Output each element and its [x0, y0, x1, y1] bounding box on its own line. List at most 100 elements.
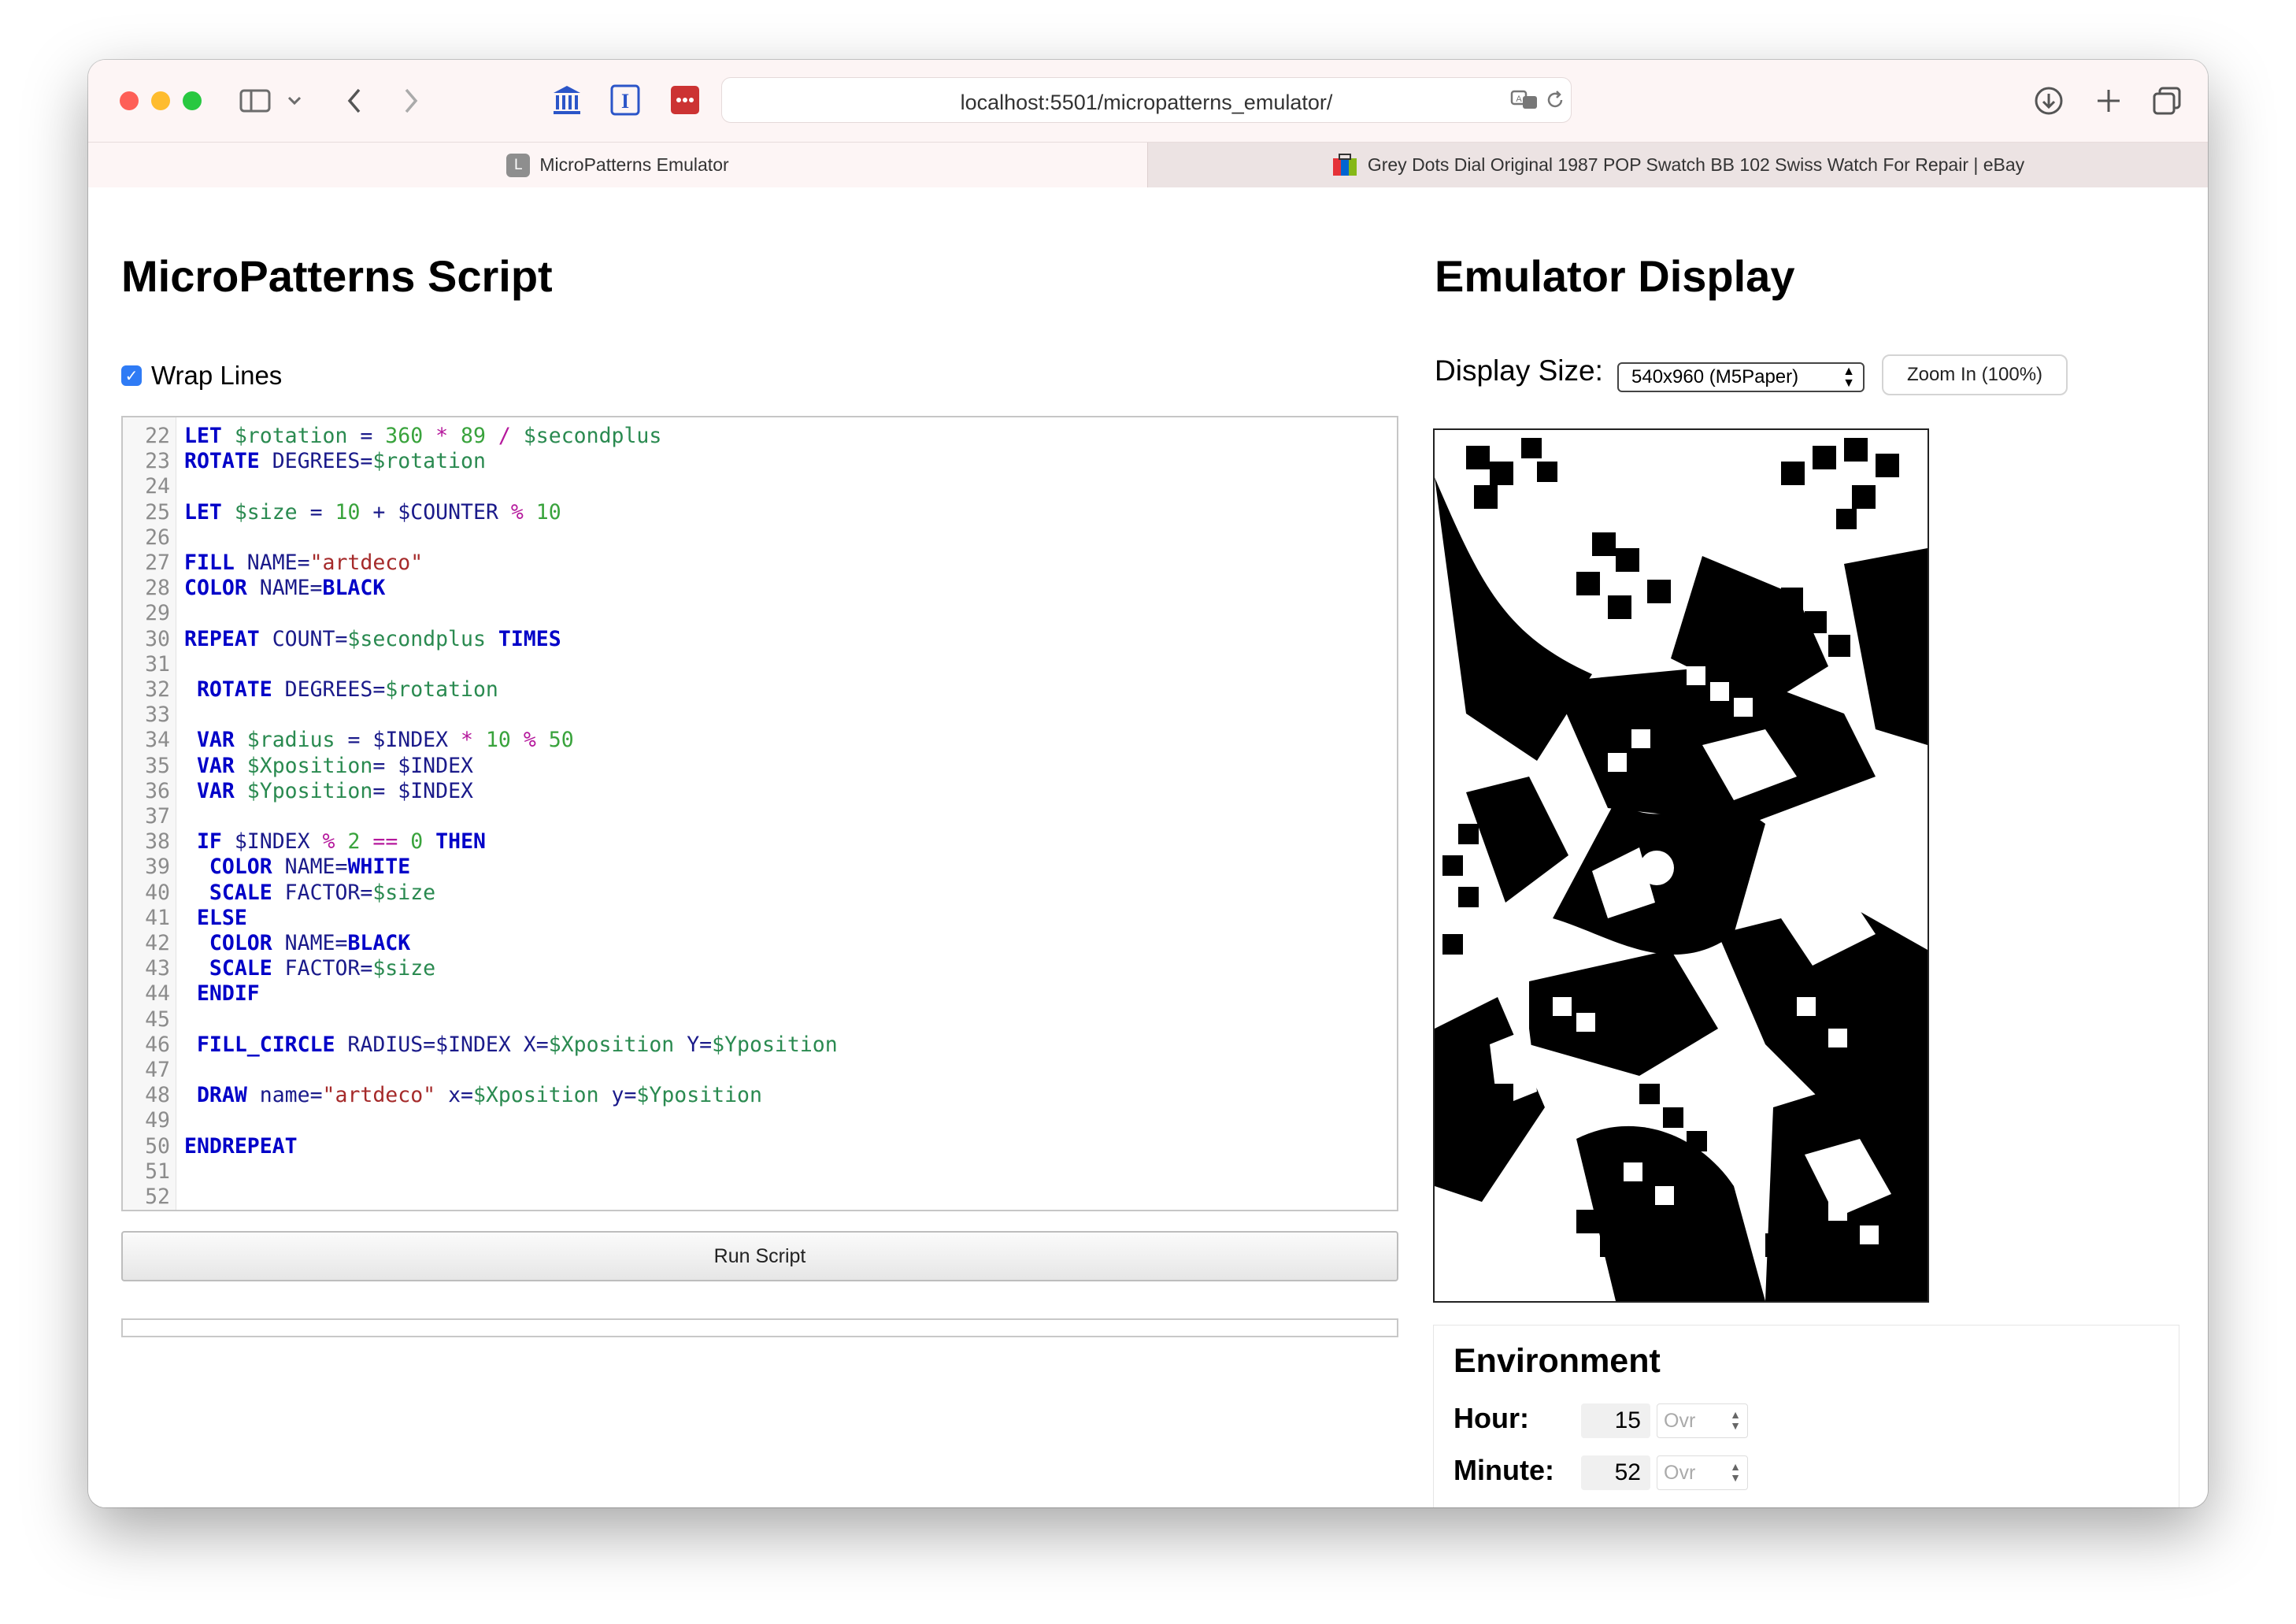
- emulator-display-canvas[interactable]: [1433, 428, 1929, 1303]
- instapaper-bookmark-icon[interactable]: I: [609, 83, 641, 117]
- code-line: 50 ENDREPEAT: [123, 1134, 1383, 1159]
- code-line: 38 IF $INDEX % 2 == 0 THEN: [123, 829, 1383, 855]
- line-number: 49: [145, 1108, 170, 1133]
- code-text: ROTATE DEGREES=$rotation: [184, 449, 486, 474]
- code-line: 23 ROTATE DEGREES=$rotation: [123, 449, 1383, 474]
- display-size-label: Display Size:: [1435, 354, 1603, 387]
- line-number: 22: [145, 424, 170, 448]
- close-window-button[interactable]: [120, 91, 139, 110]
- code-line: 22 LET $rotation = 360 * 89 / $secondplus: [123, 424, 1383, 449]
- code-line: 35 VAR $Xposition= $INDEX: [123, 754, 1383, 779]
- wrap-lines-checkbox[interactable]: ✓ Wrap Lines: [121, 361, 282, 391]
- line-number: 48: [145, 1083, 170, 1108]
- code-text: VAR $radius = $INDEX * 10 % 50: [196, 728, 574, 753]
- code-line: 48 DRAW name="artdeco" x=$Xposition y=$Y…: [123, 1083, 1383, 1108]
- code-line: 51: [123, 1159, 1383, 1185]
- code-line: 24: [123, 474, 1383, 499]
- code-text: COLOR NAME=BLACK: [184, 576, 386, 601]
- line-number: 39: [145, 855, 170, 880]
- museum-bookmark-icon[interactable]: [551, 83, 583, 117]
- line-number: 45: [145, 1007, 170, 1032]
- zoom-window-button[interactable]: [183, 91, 202, 110]
- translate-icon[interactable]: A: [1509, 87, 1541, 113]
- minimize-window-button[interactable]: [151, 91, 170, 110]
- line-number: 24: [145, 474, 170, 499]
- code-line: 39 COLOR NAME=WHITE: [123, 855, 1383, 880]
- code-text: FILL NAME="artdeco": [184, 551, 424, 575]
- display-size-select[interactable]: 540x960 (M5Paper) ▲ ▼: [1617, 362, 1865, 392]
- minute-label: Minute:: [1454, 1454, 1554, 1486]
- select-arrows-icon: ▲ ▼: [1842, 365, 1855, 390]
- code-line: 34 VAR $radius = $INDEX * 10 % 50: [123, 728, 1383, 753]
- line-number: 25: [145, 499, 170, 525]
- forward-icon[interactable]: [397, 85, 425, 117]
- code-editor[interactable]: 22 LET $rotation = 360 * 89 / $secondplus…: [121, 416, 1398, 1211]
- line-number: 50: [145, 1133, 170, 1159]
- code-line: 27 FILL NAME="artdeco": [123, 551, 1383, 576]
- zoom-in-button[interactable]: Zoom In (100%): [1882, 354, 2068, 395]
- code-line: 42 COLOR NAME=BLACK: [123, 931, 1383, 956]
- code-line: 52: [123, 1185, 1383, 1210]
- line-number: 29: [145, 601, 170, 626]
- script-output-area: [121, 1318, 1398, 1337]
- stepper-arrows-icon[interactable]: ▲ ▼: [1730, 1409, 1741, 1431]
- line-number: 33: [145, 703, 170, 728]
- line-number: 32: [145, 677, 170, 702]
- hour-value: 15: [1581, 1403, 1650, 1438]
- svg-text:A: A: [1516, 95, 1522, 104]
- line-number: 40: [145, 880, 170, 905]
- code-text: VAR $Xposition= $INDEX: [196, 753, 473, 778]
- reload-icon[interactable]: [1542, 87, 1568, 113]
- sidebar-toggle-icon[interactable]: [238, 87, 272, 115]
- page-content: MicroPatterns Script ✓ Wrap Lines 22 LET …: [88, 187, 2208, 1507]
- code-line: 47: [123, 1058, 1383, 1083]
- tab-ebay[interactable]: Grey Dots Dial Original 1987 POP Swatch …: [1147, 143, 2208, 187]
- line-number: 31: [145, 651, 170, 677]
- line-number: 23: [145, 449, 170, 474]
- checkmark-icon: ✓: [121, 365, 142, 386]
- back-icon[interactable]: [340, 85, 368, 117]
- code-text: COLOR NAME=WHITE: [209, 855, 411, 880]
- rendered-pattern: [1435, 430, 1928, 1301]
- line-number: 41: [145, 905, 170, 930]
- line-number: 38: [145, 829, 170, 855]
- ebay-favicon-icon: [1331, 153, 1358, 177]
- code-line: 26: [123, 525, 1383, 551]
- code-line: 33: [123, 703, 1383, 728]
- hour-label: Hour:: [1454, 1402, 1529, 1434]
- line-number: 35: [145, 753, 170, 778]
- code-line: 44 ENDIF: [123, 981, 1383, 1007]
- line-number: 28: [145, 576, 170, 601]
- minute-override-input[interactable]: Ovr ▲ ▼: [1657, 1455, 1748, 1490]
- more-bookmark-icon[interactable]: [669, 83, 701, 117]
- tab-micropatterns-emulator[interactable]: L MicroPatterns Emulator: [88, 143, 1147, 187]
- minute-override-placeholder: Ovr: [1664, 1461, 1696, 1484]
- code-text: COLOR NAME=BLACK: [209, 931, 411, 955]
- tab-overview-icon[interactable]: [2150, 83, 2184, 118]
- url-text: localhost:5501/micropatterns_emulator/: [960, 91, 1333, 114]
- svg-text:I: I: [621, 90, 629, 113]
- tab-title: Grey Dots Dial Original 1987 POP Swatch …: [1367, 154, 2025, 175]
- code-text: LET $rotation = 360 * 89 / $secondplus: [184, 424, 662, 448]
- wrap-lines-label: Wrap Lines: [151, 361, 283, 390]
- code-text: ELSE: [196, 905, 247, 930]
- line-number: 36: [145, 778, 170, 803]
- downloads-icon[interactable]: [2031, 83, 2066, 118]
- run-script-button[interactable]: Run Script: [121, 1231, 1398, 1281]
- new-tab-icon[interactable]: [2091, 83, 2126, 118]
- code-line: 43 SCALE FACTOR=$size: [123, 956, 1383, 981]
- line-number: 37: [145, 804, 170, 829]
- code-line: 30 REPEAT COUNT=$secondplus TIMES: [123, 627, 1383, 652]
- code-line: 40 SCALE FACTOR=$size: [123, 881, 1383, 906]
- stepper-arrows-icon[interactable]: ▲ ▼: [1730, 1461, 1741, 1483]
- line-number: 52: [145, 1185, 170, 1209]
- line-number: 43: [145, 956, 170, 981]
- hour-override-input[interactable]: Ovr ▲ ▼: [1657, 1403, 1748, 1438]
- line-number: 47: [145, 1058, 170, 1082]
- chevron-down-icon[interactable]: [285, 91, 304, 110]
- address-bar[interactable]: localhost:5501/micropatterns_emulator/ A: [721, 77, 1572, 123]
- script-heading: MicroPatterns Script: [121, 251, 553, 301]
- code-text: IF $INDEX % 2 == 0 THEN: [196, 829, 486, 855]
- display-size-value: 540x960 (M5Paper): [1631, 366, 1799, 387]
- code-text: LET $size = 10 + $COUNTER % 10: [184, 499, 561, 525]
